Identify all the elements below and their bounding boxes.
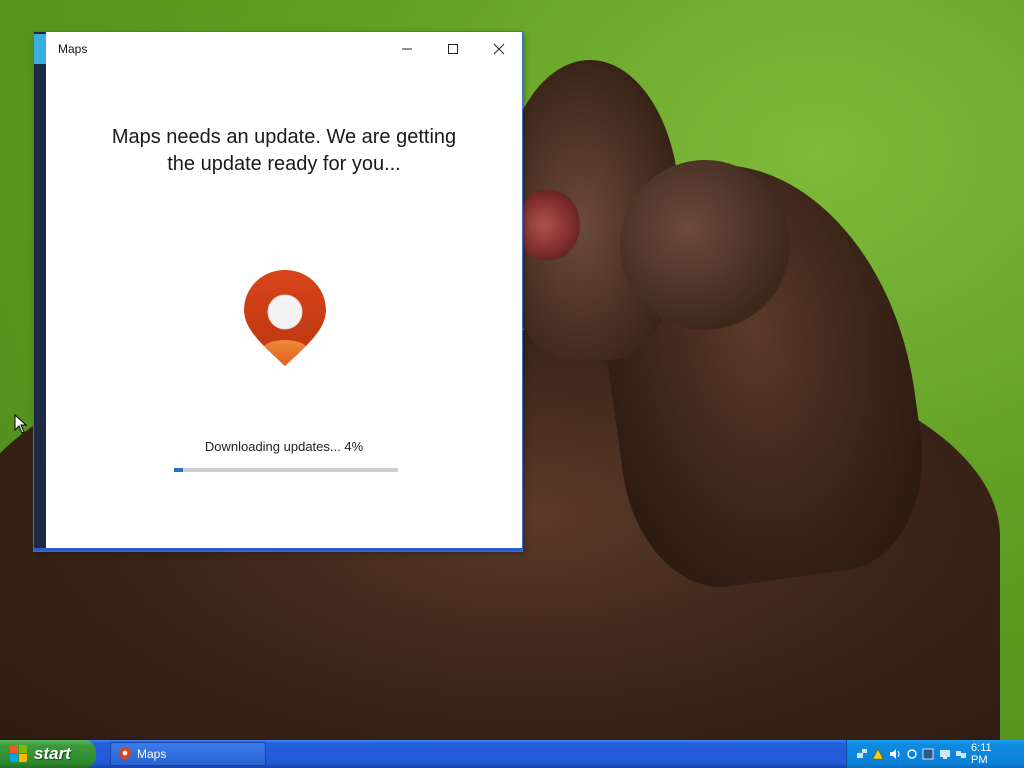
network-icon[interactable] bbox=[855, 747, 869, 761]
download-status: Downloading updates... 4% bbox=[204, 439, 364, 454]
system-tray: 6:11 PM bbox=[846, 740, 1024, 768]
update-headline: Maps needs an update. We are getting the… bbox=[46, 124, 522, 178]
window-left-strip bbox=[34, 32, 46, 548]
download-progress-fill bbox=[174, 468, 183, 472]
window-left-accent bbox=[34, 34, 46, 64]
start-button[interactable]: start bbox=[0, 740, 96, 768]
taskbar-item-maps[interactable]: Maps bbox=[110, 742, 266, 766]
headline-line-1: Maps needs an update. We are getting bbox=[111, 126, 457, 148]
volume-icon[interactable] bbox=[888, 747, 902, 761]
start-label: start bbox=[34, 744, 71, 763]
title-bar[interactable]: Maps bbox=[46, 32, 522, 66]
window-content: Maps needs an update. We are getting the… bbox=[46, 66, 522, 548]
window-title: Maps bbox=[58, 42, 88, 56]
taskbar: start Maps 6:11 PM bbox=[0, 740, 1024, 768]
taskbar-item-label: Maps bbox=[137, 747, 167, 761]
maps-window: Maps Maps needs an update. We are gettin… bbox=[34, 32, 522, 551]
maximize-icon bbox=[448, 44, 458, 54]
network-connection-icon[interactable] bbox=[954, 747, 968, 761]
close-button[interactable] bbox=[476, 32, 522, 66]
maximize-button[interactable] bbox=[430, 32, 476, 66]
windows-flag-icon bbox=[10, 745, 28, 763]
wallpaper-chimp-mouth bbox=[520, 190, 580, 260]
maps-pin-icon bbox=[244, 270, 326, 366]
clock[interactable]: 6:11 PM bbox=[971, 742, 1010, 766]
minimize-icon bbox=[402, 48, 412, 50]
download-progress-bar bbox=[174, 468, 398, 472]
sync-icon[interactable] bbox=[905, 747, 919, 761]
wallpaper-chimp-hand bbox=[620, 160, 790, 330]
minimize-button[interactable] bbox=[384, 32, 430, 66]
mouse-cursor-icon bbox=[14, 414, 28, 434]
headline-line-2: the update ready for you... bbox=[167, 153, 401, 175]
display-icon[interactable] bbox=[938, 747, 952, 761]
window-controls bbox=[384, 32, 522, 66]
close-icon bbox=[493, 43, 505, 55]
warning-icon[interactable] bbox=[872, 747, 886, 761]
security-icon[interactable] bbox=[921, 747, 935, 761]
maps-pin-icon bbox=[119, 747, 131, 761]
